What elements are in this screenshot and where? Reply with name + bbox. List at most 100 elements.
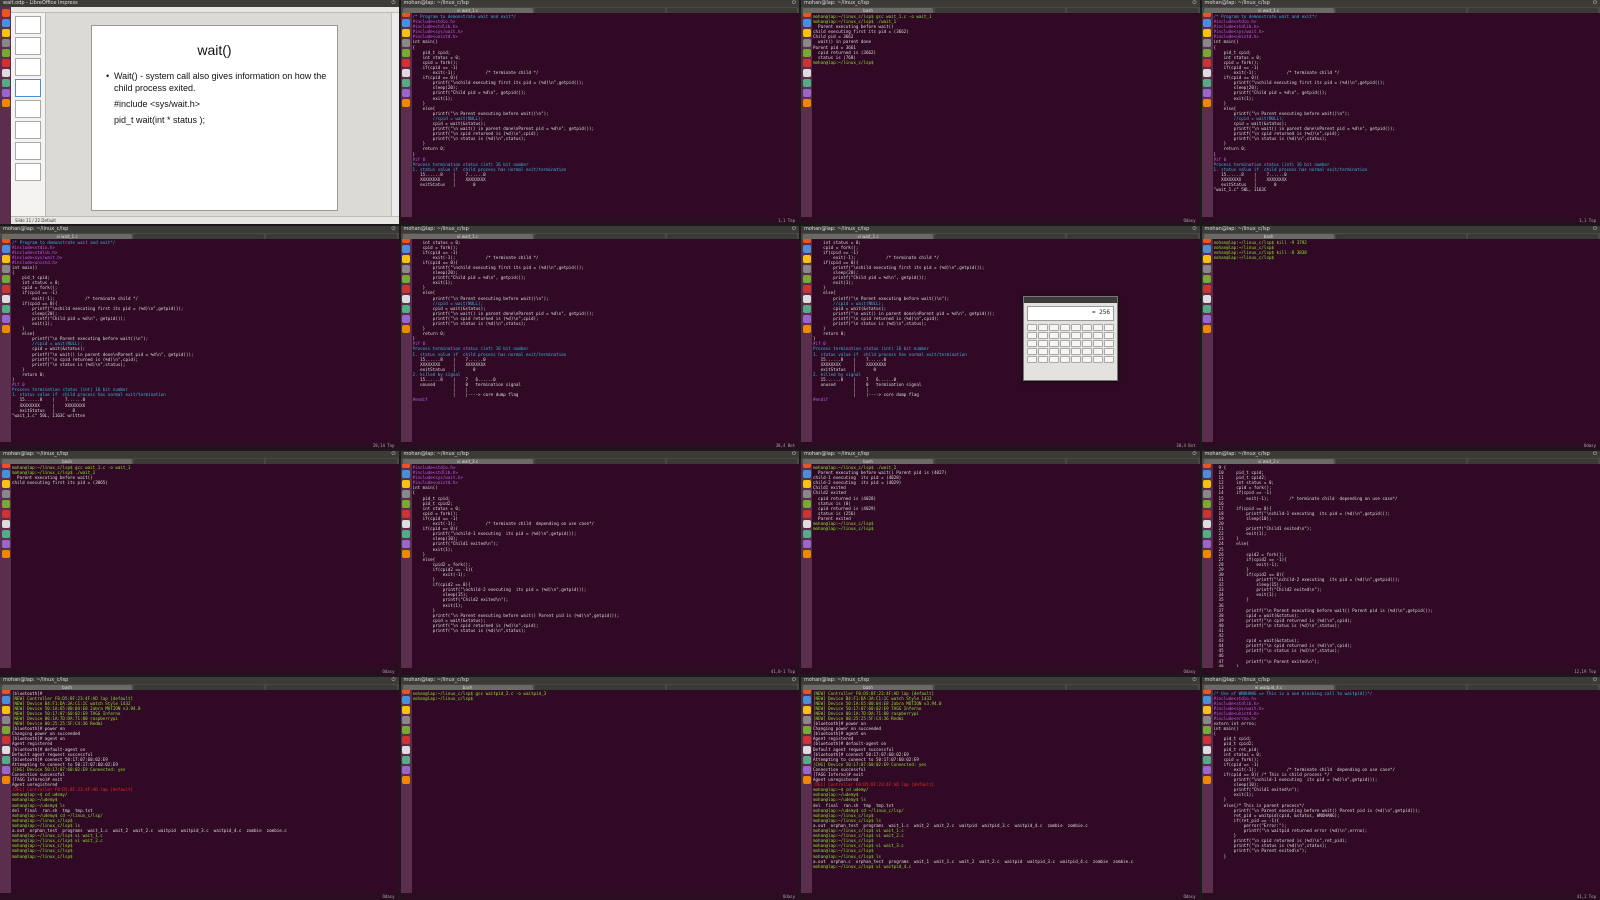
launcher-app-icon[interactable] [402,705,410,714]
calculator-key[interactable] [1060,347,1070,355]
launcher-app-icon[interactable] [802,755,811,764]
launcher-app-icon[interactable] [1,324,10,333]
launcher-app-icon[interactable] [802,530,811,538]
terminal-output[interactable]: /* Use of WNOHANG => This is a non block… [1214,691,1599,893]
launcher-app-icon[interactable] [802,79,811,87]
terminal-output[interactable]: #include<stdio.h> #include<stdlib.h> #incl… [413,465,798,667]
launcher-app-icon[interactable] [1203,715,1211,724]
launcher-app-icon[interactable] [802,540,811,548]
terminal-tab[interactable] [1335,459,1466,464]
calculator-key[interactable] [1027,323,1037,331]
calculator-key[interactable] [1093,347,1103,355]
launcher-app-icon[interactable] [802,550,811,558]
launcher-app-icon[interactable] [402,79,410,87]
terminal-output[interactable]: [bluetooth]# [NEW] Controller F0:D5:BF:2… [12,691,397,893]
terminal-tab[interactable] [666,459,798,464]
launcher-app-icon[interactable] [1,510,10,518]
terminal-output[interactable]: mohan@lap:~/linux_c/lsp$ gcc wait_1.c -o… [12,465,397,667]
launcher-app-icon[interactable] [1203,304,1211,313]
terminal-tab[interactable]: vi wait_1.c [402,8,533,13]
launcher-app-icon[interactable] [1203,550,1211,558]
calculator-key[interactable] [1038,323,1048,331]
terminal-tab[interactable] [1467,459,1599,464]
launcher-app-icon[interactable] [802,765,811,774]
launcher-app-icon[interactable] [802,314,811,323]
terminal-tab[interactable] [935,233,1066,239]
launcher-app-icon[interactable] [402,99,410,107]
terminal-output[interactable]: mohan@lap:~/linux_c/lsp$ gcc wait_1.c -o… [813,14,1198,216]
launcher-app-icon[interactable] [402,500,410,508]
calculator-key[interactable] [1038,347,1048,355]
slide-thumbnail[interactable] [15,100,41,118]
slide-thumbnail[interactable] [15,163,41,181]
calculator-key[interactable] [1038,331,1048,339]
launcher-app-icon[interactable] [402,244,410,253]
terminal-tab[interactable]: vi wait_1.c [1203,8,1334,13]
launcher-app-icon[interactable] [802,49,811,57]
terminal-tab[interactable] [266,233,397,239]
launcher-app-icon[interactable] [802,735,811,744]
launcher-app-icon[interactable] [1,725,10,734]
terminal-tab[interactable] [134,459,265,464]
calculator-window[interactable]: = 256 [1023,295,1118,381]
launcher-app-icon[interactable] [402,540,410,548]
launcher-app-icon[interactable] [1203,284,1211,293]
launcher-app-icon[interactable] [402,530,410,538]
launcher-app-icon[interactable] [1203,244,1211,253]
terminal-tab[interactable] [666,684,798,690]
calculator-key[interactable] [1038,339,1048,347]
terminal-tab[interactable]: bash [2,459,133,464]
terminal-tab[interactable]: vi wait_1.c [2,233,133,239]
launcher-app-icon[interactable] [402,49,410,57]
launcher-app-icon[interactable] [402,510,410,518]
launcher-app-icon[interactable] [802,29,811,37]
launcher-app-icon[interactable] [1,244,10,253]
calculator-key[interactable] [1060,331,1070,339]
terminal-tab[interactable] [1067,684,1198,690]
calculator-key[interactable] [1049,339,1059,347]
launcher-app-icon[interactable] [802,520,811,528]
launcher-app-icon[interactable] [802,490,811,498]
terminal-output[interactable]: /* Program to demonstrate wait and exit*… [1214,14,1599,216]
launcher-app-icon[interactable] [402,294,410,303]
terminal-output[interactable]: [NEW] Controller F0:D5:BF:23:4F:AD lap [… [813,691,1198,893]
launcher-app-icon[interactable] [802,254,811,263]
launcher-app-icon[interactable] [402,39,410,47]
calculator-key[interactable] [1071,355,1081,363]
calculator-key[interactable] [1027,355,1037,363]
launcher-app-icon[interactable] [1203,69,1211,77]
launcher-app-icon[interactable] [802,715,811,724]
calculator-key[interactable] [1082,331,1092,339]
terminal-tab[interactable]: bash [2,684,133,690]
calculator-key[interactable] [1027,347,1037,355]
launcher-app-icon[interactable] [402,284,410,293]
launcher-app-icon[interactable] [402,274,410,283]
terminal-output[interactable]: int status = 0; cpid = fork(); if(cpid =… [413,240,798,442]
launcher-app-icon[interactable] [1203,49,1211,57]
terminal-tab[interactable]: bash [402,684,533,690]
terminal-tab[interactable] [935,684,1066,690]
launcher-app-icon[interactable] [1203,314,1211,323]
launcher-app-icon[interactable] [1,9,10,17]
launcher-app-icon[interactable] [802,89,811,97]
terminal-tab[interactable] [534,459,665,464]
launcher-app-icon[interactable] [402,725,410,734]
launcher-app-icon[interactable] [402,59,410,67]
launcher-app-icon[interactable] [1,540,10,548]
launcher-app-icon[interactable] [1,520,10,528]
calculator-key[interactable] [1104,331,1114,339]
launcher-app-icon[interactable] [802,39,811,47]
terminal-tab[interactable] [666,233,798,239]
terminal-output[interactable]: mohan@lap:~/linux_c/lsp$ kill -9 3792 moh… [1214,240,1599,442]
terminal-tab[interactable] [266,459,397,464]
launcher-app-icon[interactable] [802,19,811,27]
launcher-app-icon[interactable] [1203,324,1211,333]
launcher-app-icon[interactable] [1,500,10,508]
terminal-tab[interactable] [266,684,397,690]
launcher-app-icon[interactable] [1,314,10,323]
launcher-app-icon[interactable] [402,745,410,754]
calculator-key[interactable] [1049,347,1059,355]
terminal-tab[interactable] [1067,459,1198,464]
terminal-tab[interactable]: vi waitpid_4.c [1203,684,1334,690]
launcher-app-icon[interactable] [802,705,811,714]
